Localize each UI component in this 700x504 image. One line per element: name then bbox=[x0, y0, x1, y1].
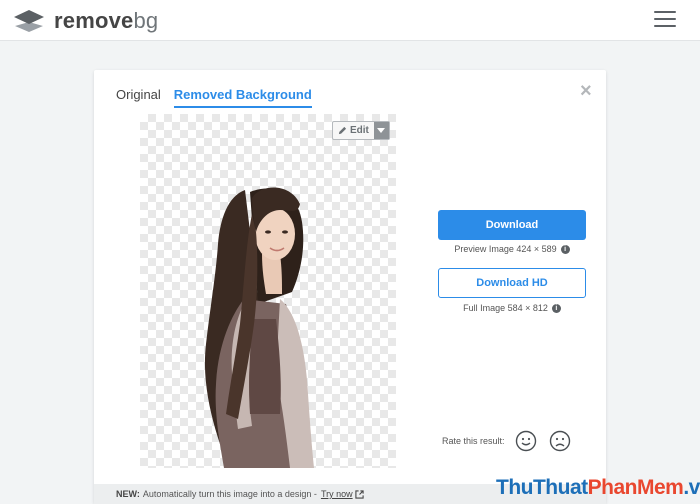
full-image-caption: Full Image 584 × 812 bbox=[463, 303, 548, 313]
rate-label: Rate this result: bbox=[442, 436, 505, 446]
rate-result: Rate this result: bbox=[442, 430, 571, 452]
result-card: Original Removed Background × Edit Downl… bbox=[94, 70, 606, 504]
preview-image-caption: Preview Image 424 × 589 bbox=[454, 244, 557, 254]
download-hd-button[interactable]: Download HD bbox=[438, 268, 586, 298]
pencil-icon bbox=[338, 126, 347, 135]
logo-word-bg: bg bbox=[133, 8, 159, 33]
tab-removed-background[interactable]: Removed Background bbox=[173, 87, 312, 108]
banner-prefix: NEW: bbox=[116, 489, 140, 499]
tab-original[interactable]: Original bbox=[116, 87, 161, 108]
result-image-preview: Edit bbox=[140, 114, 396, 468]
hamburger-icon[interactable] bbox=[654, 11, 676, 31]
watermark-part-2: PhanMem bbox=[587, 476, 684, 499]
info-icon[interactable]: i bbox=[560, 244, 570, 254]
full-image-info: Full Image 584 × 812 i bbox=[438, 303, 586, 313]
watermark-part-3: .vn bbox=[683, 476, 700, 499]
logo-text: removebg bbox=[54, 8, 158, 34]
caret-down-icon bbox=[377, 128, 386, 133]
close-icon[interactable]: × bbox=[580, 81, 592, 101]
top-navigation-bar: removebg bbox=[0, 0, 700, 41]
result-tabs: Original Removed Background bbox=[116, 87, 325, 108]
banner-text: Automatically turn this image into a des… bbox=[142, 489, 317, 499]
edit-label: Edit bbox=[350, 125, 369, 136]
preview-image-info: Preview Image 424 × 589 i bbox=[438, 244, 586, 254]
removebg-logo[interactable]: removebg bbox=[12, 8, 158, 34]
logo-word-remove: remove bbox=[54, 8, 134, 33]
download-button[interactable]: Download bbox=[438, 210, 586, 240]
person-cutout bbox=[204, 187, 314, 468]
edit-dropdown-button[interactable] bbox=[373, 122, 389, 139]
watermark-part-1: ThuThuat bbox=[496, 476, 588, 499]
edit-button[interactable]: Edit bbox=[333, 122, 374, 139]
frown-icon[interactable] bbox=[549, 430, 571, 452]
smile-icon[interactable] bbox=[515, 430, 537, 452]
watermark-logo: ThuThuatPhanMem.vn bbox=[496, 476, 700, 500]
layers-logo-icon bbox=[14, 10, 44, 32]
edit-button-group: Edit bbox=[332, 121, 390, 140]
try-now-link[interactable]: Try now bbox=[321, 489, 353, 499]
external-link-icon[interactable] bbox=[354, 489, 364, 499]
info-icon[interactable]: i bbox=[551, 303, 561, 313]
